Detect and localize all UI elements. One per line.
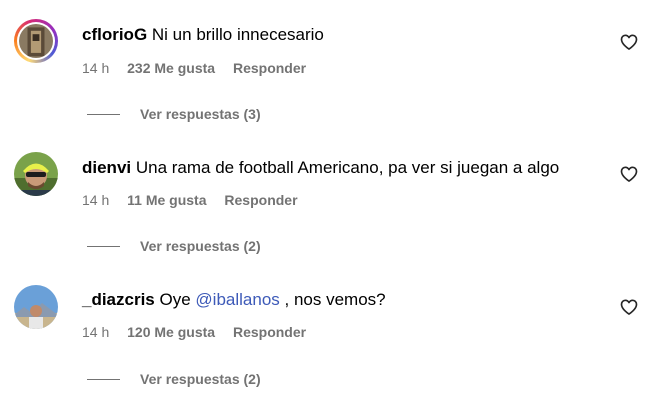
comment-text: Oye @iballanos , nos vemos? [160, 290, 386, 309]
view-replies-button[interactable]: Ver respuestas (3) [87, 105, 261, 123]
reply-button[interactable]: Responder [233, 323, 306, 341]
divider-line [87, 378, 120, 380]
comment-time: 14 h [82, 192, 110, 208]
comment-text: Una rama de football Americano, pa ver s… [135, 158, 560, 177]
heart-icon[interactable] [619, 297, 639, 317]
reply-button[interactable]: Responder [233, 59, 306, 77]
avatar[interactable] [14, 152, 58, 196]
user-avatar-icon [14, 285, 58, 329]
view-replies-label: Ver respuestas (3) [140, 106, 261, 122]
comment-username[interactable]: dienvi [82, 158, 131, 177]
view-replies-button[interactable]: Ver respuestas (2) [87, 370, 261, 388]
view-replies-label: Ver respuestas (2) [140, 238, 261, 254]
avatar[interactable] [14, 19, 58, 63]
comment-likes[interactable]: 120 Me gusta [127, 323, 215, 341]
user-avatar-icon [19, 24, 53, 58]
comment-text-start: Oye [159, 290, 196, 309]
divider-line [87, 113, 120, 115]
reply-button[interactable]: Responder [224, 191, 297, 209]
comment-meta: 14 h 120 Me gusta Responder [82, 323, 306, 341]
heart-icon[interactable] [619, 32, 639, 52]
view-replies-button[interactable]: Ver respuestas (2) [87, 237, 261, 255]
comment-likes[interactable]: 232 Me gusta [127, 59, 215, 77]
comment-time: 14 h [82, 324, 110, 340]
user-avatar-icon [14, 152, 58, 196]
avatar[interactable] [14, 285, 58, 329]
comment-likes[interactable]: 11 Me gusta [127, 191, 206, 209]
heart-icon[interactable] [619, 164, 639, 184]
comment-text: Ni un brillo innecesario [151, 25, 324, 44]
comment-username[interactable]: cflorioG [82, 25, 147, 44]
comment-time: 14 h [82, 60, 110, 76]
comment-text-end: , nos vemos? [279, 290, 386, 309]
view-replies-label: Ver respuestas (2) [140, 371, 261, 387]
comment-username[interactable]: _diazcris [82, 290, 155, 309]
comment-meta: 14 h 11 Me gusta Responder [82, 191, 298, 209]
divider-line [87, 245, 120, 247]
comment-meta: 14 h 232 Me gusta Responder [82, 59, 306, 77]
mention-link[interactable]: @iballanos [195, 290, 279, 309]
